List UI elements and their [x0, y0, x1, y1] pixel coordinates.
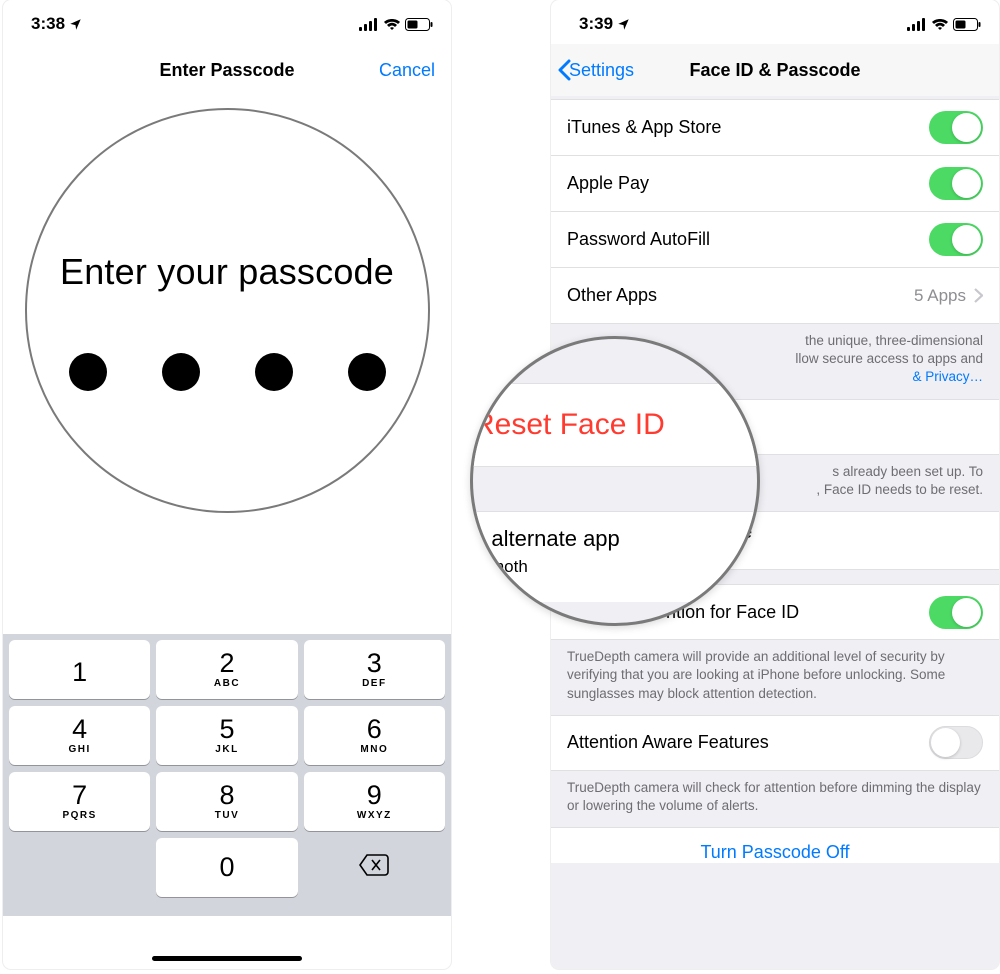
navbar-title: Face ID & Passcode: [689, 60, 860, 81]
row-value: 5 Apps: [914, 286, 966, 306]
status-time: 3:39: [579, 14, 613, 34]
key-9[interactable]: 9WXYZ: [304, 772, 445, 831]
row-label: Attention Aware Features: [567, 732, 929, 753]
back-button[interactable]: Settings: [557, 59, 634, 81]
backspace-key[interactable]: [304, 838, 445, 897]
key-1[interactable]: 1: [9, 640, 150, 699]
reset-face-id-label: Reset Face ID: [473, 408, 665, 441]
passcode-dot: [69, 353, 107, 391]
key-number: 9: [367, 782, 382, 809]
key-number: 3: [367, 650, 382, 677]
signal-icon: [359, 18, 379, 31]
key-8[interactable]: 8TUV: [156, 772, 297, 831]
key-letters: TUV: [215, 810, 240, 821]
key-number: 6: [367, 716, 382, 743]
key-letters: JKL: [215, 744, 238, 755]
key-number: 5: [219, 716, 234, 743]
magnifier-highlight: ients. A Reset Face ID n alternate app l…: [470, 336, 760, 626]
key-letters: DEF: [362, 678, 387, 689]
key-letters: MNO: [360, 744, 388, 755]
key-letters: GHI: [69, 744, 91, 755]
key-number: 7: [72, 782, 87, 809]
tutorial-highlight-circle: Enter your passcode: [25, 108, 430, 513]
row-itunes-app-store[interactable]: iTunes & App Store: [551, 100, 999, 156]
key-number: 4: [72, 716, 87, 743]
status-time: 3:38: [31, 14, 65, 34]
magnified-alternate[interactable]: n alternate app ll anoth: [470, 511, 760, 602]
navbar: Settings Face ID & Passcode: [551, 44, 999, 96]
location-icon: [617, 18, 630, 31]
key-5[interactable]: 5JKL: [156, 706, 297, 765]
footer-attention-info: TrueDepth camera will provide an additio…: [551, 640, 999, 715]
row-password-autofill[interactable]: Password AutoFill: [551, 212, 999, 268]
navbar: Enter Passcode Cancel: [3, 44, 451, 96]
toggle-itunes[interactable]: [929, 111, 983, 144]
key-2[interactable]: 2ABC: [156, 640, 297, 699]
key-7[interactable]: 7PQRS: [9, 772, 150, 831]
navbar-title: Enter Passcode: [159, 60, 294, 81]
key-number: 0: [219, 854, 234, 881]
key-3[interactable]: 3DEF: [304, 640, 445, 699]
key-number: 2: [219, 650, 234, 677]
home-indicator[interactable]: [152, 956, 302, 961]
key-number: 8: [219, 782, 234, 809]
wifi-icon: [931, 18, 949, 31]
chevron-right-icon: [974, 288, 983, 303]
passcode-dot: [162, 353, 200, 391]
passcode-dot: [255, 353, 293, 391]
toggle-apple-pay[interactable]: [929, 167, 983, 200]
row-other-apps[interactable]: Other Apps 5 Apps: [551, 268, 999, 324]
toggle-require-attention[interactable]: [929, 596, 983, 629]
row-label: Password AutoFill: [567, 229, 929, 250]
toggle-autofill[interactable]: [929, 223, 983, 256]
passcode-prompt: Enter your passcode: [60, 251, 394, 293]
backspace-icon: [359, 854, 389, 881]
status-bar: 3:38: [3, 0, 451, 44]
row-attention-aware[interactable]: Attention Aware Features: [551, 715, 999, 771]
toggle-attention-aware[interactable]: [929, 726, 983, 759]
row-turn-passcode-off[interactable]: Turn Passcode Off: [551, 827, 999, 863]
passcode-screen: 3:38 Enter Passcode Cancel Enter your pa…: [3, 0, 451, 969]
row-sublabel: ll anoth: [473, 557, 528, 576]
key-6[interactable]: 6MNO: [304, 706, 445, 765]
row-label: Other Apps: [567, 285, 914, 306]
key-letters: PQRS: [62, 810, 96, 821]
location-icon: [69, 18, 82, 31]
row-label: n alternate app: [473, 526, 620, 551]
key-0[interactable]: 0: [156, 838, 297, 897]
status-bar: 3:39: [551, 0, 999, 44]
passcode-body: Enter your passcode: [3, 96, 451, 634]
signal-icon: [907, 18, 927, 31]
key-number: 1: [72, 659, 87, 686]
wifi-icon: [383, 18, 401, 31]
key-blank: [9, 838, 150, 897]
magnified-fragment: ients. A: [470, 336, 760, 353]
passcode-dot: [348, 353, 386, 391]
row-apple-pay[interactable]: Apple Pay: [551, 156, 999, 212]
key-letters: ABC: [214, 678, 240, 689]
magnified-reset-face-id[interactable]: Reset Face ID: [470, 383, 760, 467]
numeric-keypad: 12ABC3DEF 4GHI5JKL6MNO 7PQRS8TUV9WXYZ 0: [3, 634, 451, 916]
battery-icon: [405, 18, 433, 31]
battery-icon: [953, 18, 981, 31]
key-letters: WXYZ: [357, 810, 392, 821]
row-label: iTunes & App Store: [567, 117, 929, 138]
row-label: Apple Pay: [567, 173, 929, 194]
back-label: Settings: [569, 60, 634, 81]
privacy-link[interactable]: & Privacy…: [912, 369, 983, 384]
key-4[interactable]: 4GHI: [9, 706, 150, 765]
footer-aware-info: TrueDepth camera will check for attentio…: [551, 771, 999, 827]
passcode-dots: [69, 353, 386, 391]
cancel-button[interactable]: Cancel: [379, 60, 435, 81]
